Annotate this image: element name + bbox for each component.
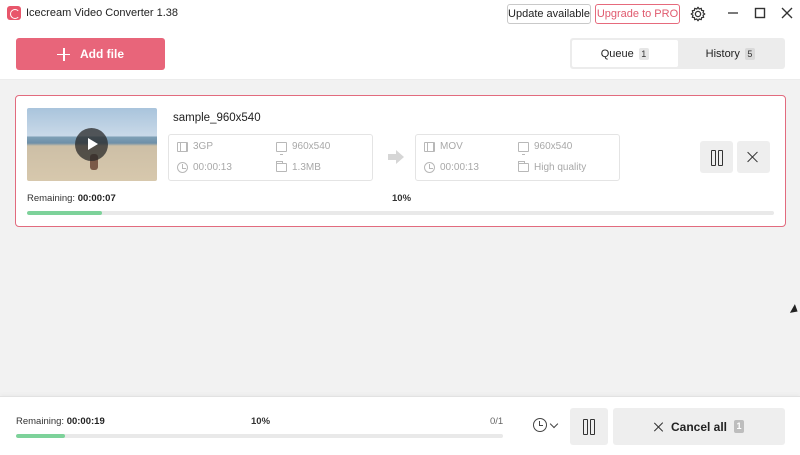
screen-icon [518,141,529,155]
source-duration-value: 00:00:13 [193,162,232,173]
tab-queue[interactable]: Queue 1 [572,40,678,67]
video-thumbnail [27,108,157,181]
remove-task-button[interactable] [737,141,770,173]
task-progress-fill [27,211,102,215]
conversion-task-card: sample_960x540 3GP 960x540 00:00:13 1.3M… [15,95,786,227]
source-size-value: 1.3MB [292,162,321,173]
source-format: 3GP [177,141,213,152]
timer-icon [533,418,547,432]
app-logo-icon [7,6,21,20]
target-format: MOV [424,141,463,152]
folder-icon [276,161,287,172]
app-title: Icecream Video Converter 1.38 [26,7,179,19]
pause-icon [583,419,595,435]
cancel-all-label: Cancel all [670,419,728,434]
folder-icon [518,161,529,172]
upgrade-to-pro-button[interactable]: Upgrade to PRO [595,4,680,24]
close-icon[interactable] [779,5,795,21]
target-resolution: 960x540 [518,141,573,155]
source-size: 1.3MB [276,161,321,173]
total-remaining-time: 00:00:19 [66,416,105,427]
target-quality-value: High quality [534,162,587,173]
add-file-button[interactable]: Add file [16,38,165,70]
header: Add file Queue 1 History 5 [0,27,800,80]
play-icon[interactable] [75,128,108,161]
tab-history[interactable]: History 5 [678,40,784,67]
chevron-down-icon [549,419,559,429]
target-resolution-value: 960x540 [534,141,573,152]
total-remaining: Remaining: 00:00:19 [16,416,105,427]
cancel-all-count: 1 [734,420,745,433]
pause-task-button[interactable] [700,141,733,173]
completed-count: 0/1 [490,416,504,427]
add-file-label: Add file [80,47,124,61]
pause-icon [711,150,723,166]
target-duration-value: 00:00:13 [440,162,479,173]
plus-icon [57,47,70,61]
maximize-icon[interactable] [752,5,768,21]
close-icon [654,422,664,432]
total-remaining-label: Remaining: [16,416,65,427]
screen-icon [276,141,287,155]
file-name: sample_960x540 [173,112,261,124]
film-icon [177,141,188,152]
task-remaining-label: Remaining: [27,193,76,204]
arrow-right-icon [388,150,404,164]
timer-dropdown[interactable] [533,418,561,434]
update-available-button[interactable]: Update available [507,4,591,24]
clock-icon [424,162,435,173]
total-progress-bar [16,434,503,438]
source-format-value: 3GP [193,141,214,152]
pause-all-button[interactable] [570,408,608,445]
source-resolution-value: 960x540 [292,141,331,152]
task-remaining-time: 00:00:07 [77,193,116,204]
task-progress-percent: 10% [392,193,412,204]
gear-icon[interactable] [690,6,706,22]
tab-queue-count: 1 [638,47,649,60]
source-resolution: 960x540 [276,141,331,155]
mouse-cursor [789,304,800,316]
tabs: Queue 1 History 5 [570,38,785,69]
clock-icon [177,162,188,173]
source-properties: 3GP 960x540 00:00:13 1.3MB [168,134,373,181]
task-progress-bar [27,211,774,215]
total-progress-fill [16,434,65,438]
footer: Remaining: 00:00:19 10% 0/1 Cancel all 1 [0,396,800,455]
target-properties[interactable]: MOV 960x540 00:00:13 High quality [415,134,620,181]
tab-history-label: History [705,47,740,60]
target-quality: High quality [518,161,587,173]
tab-history-count: 5 [744,47,755,60]
target-duration: 00:00:13 [424,162,479,173]
close-task-icon [747,151,759,163]
tab-queue-label: Queue [600,47,634,60]
minimize-icon[interactable] [725,5,741,21]
total-progress-percent: 10% [251,416,271,427]
film-icon [424,141,435,152]
title-bar: Icecream Video Converter 1.38 Update ava… [0,0,800,27]
source-duration: 00:00:13 [177,162,232,173]
target-format-value: MOV [440,141,463,152]
cancel-all-button[interactable]: Cancel all 1 [613,408,785,445]
task-remaining: Remaining: 00:00:07 [27,193,116,204]
